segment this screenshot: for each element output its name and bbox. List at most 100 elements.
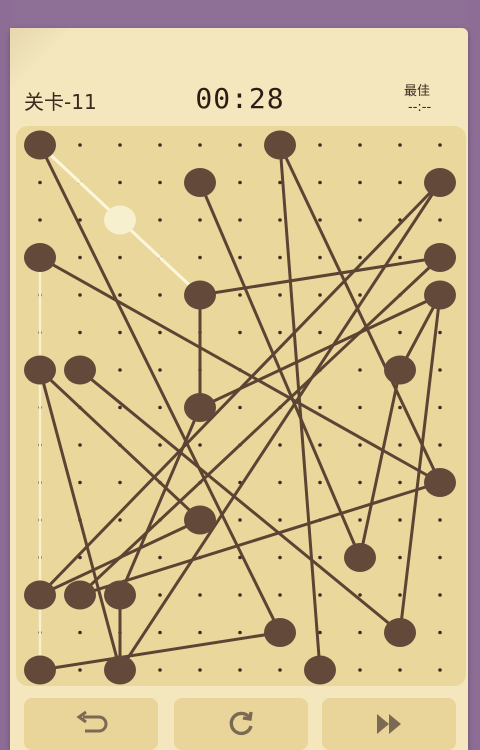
undo-button[interactable] (24, 698, 158, 750)
grid-dot (238, 518, 242, 522)
card-corner-fold (10, 28, 70, 88)
grid-dot (198, 668, 202, 672)
grid-dot (318, 143, 322, 147)
grid-dot (238, 180, 242, 185)
node-g[interactable] (184, 280, 216, 310)
grid-dot (198, 255, 202, 260)
grid-dot (318, 218, 322, 222)
node-b[interactable] (264, 130, 296, 160)
grid-dot (398, 593, 402, 597)
node-u[interactable] (24, 655, 56, 685)
node-m[interactable] (424, 468, 456, 497)
grid-dot (198, 593, 202, 597)
grid-dot (118, 480, 122, 485)
grid-dot (358, 293, 362, 297)
grid-dot (158, 293, 162, 297)
grid-dot (358, 593, 362, 597)
grid-dot (78, 143, 82, 147)
grid-dot (438, 143, 442, 147)
grid-dot (158, 143, 162, 147)
grid-dot (358, 480, 362, 485)
restart-button[interactable] (174, 698, 308, 750)
grid-dot (118, 368, 122, 372)
grid-dot (438, 555, 442, 560)
grid-dot (398, 480, 402, 485)
bottom-toolbar (0, 692, 480, 750)
skip-button[interactable] (322, 698, 456, 750)
grid-dot (398, 405, 402, 410)
node-v[interactable] (104, 655, 136, 685)
grid-dot (318, 330, 322, 335)
grid-dot (278, 293, 282, 297)
grid-dot (118, 518, 122, 522)
grid-dot (278, 593, 282, 597)
node-j[interactable] (64, 355, 96, 385)
grid-dot (158, 630, 162, 635)
grid-dot (318, 443, 322, 447)
grid-dot (358, 180, 362, 185)
grid-dot (78, 480, 82, 485)
node-f[interactable] (424, 243, 456, 272)
undo-icon (76, 711, 108, 733)
edge-line (198, 293, 442, 409)
grid-dot (358, 668, 362, 672)
grid-dot (398, 143, 402, 147)
grid-dot (358, 143, 362, 147)
node-d[interactable] (424, 168, 456, 197)
grid-dot (118, 405, 122, 410)
grid-dot (318, 480, 322, 485)
grid-dot (398, 555, 402, 560)
grid-dot (358, 218, 362, 222)
node-e[interactable] (24, 243, 56, 272)
node-q[interactable] (64, 580, 96, 610)
edge-line (38, 631, 282, 672)
grid-dot (318, 293, 322, 297)
grid-dot (118, 255, 122, 260)
grid-dot (398, 255, 402, 260)
grid-dot (238, 293, 242, 297)
grid-dot (278, 218, 282, 222)
node-k[interactable] (384, 355, 416, 385)
node-a[interactable] (24, 130, 56, 160)
node-w[interactable] (304, 655, 336, 685)
edge-line (358, 368, 402, 559)
grid-dot (278, 668, 282, 672)
grid-dot (38, 218, 42, 222)
grid-dot (118, 143, 122, 147)
edge-line (38, 256, 442, 484)
selected-node[interactable] (104, 205, 136, 235)
node-s[interactable] (264, 618, 296, 647)
grid-dot (158, 443, 162, 447)
node-c[interactable] (184, 168, 216, 197)
grid-dot (438, 630, 442, 635)
node-n[interactable] (184, 505, 216, 535)
node-l[interactable] (184, 393, 216, 422)
grid-dot (278, 330, 282, 335)
node-h[interactable] (424, 280, 456, 310)
grid-dot (438, 218, 442, 222)
grid-dot (278, 255, 282, 260)
grid-dot (238, 630, 242, 635)
active-edge-line (38, 143, 122, 222)
grid-dot (278, 555, 282, 560)
grid-dot (398, 443, 402, 447)
edge-line (278, 143, 322, 672)
grid-dot (438, 368, 442, 372)
node-r[interactable] (104, 580, 136, 610)
grid-dot (398, 518, 402, 522)
edge-line (278, 143, 442, 484)
node-o[interactable] (344, 543, 376, 572)
board-canvas[interactable] (16, 126, 466, 686)
grid-dot (158, 405, 162, 410)
best-time-value: --:-- (408, 100, 432, 115)
best-time-label: 最佳 (404, 84, 431, 99)
grid-dot (318, 255, 322, 260)
grid-dot (118, 293, 122, 297)
node-i[interactable] (24, 355, 56, 385)
grid-dot (398, 668, 402, 672)
node-t[interactable] (384, 618, 416, 647)
grid-dot (318, 405, 322, 410)
node-p[interactable] (24, 580, 56, 610)
edge-line (78, 256, 442, 597)
edge-line (38, 368, 122, 672)
